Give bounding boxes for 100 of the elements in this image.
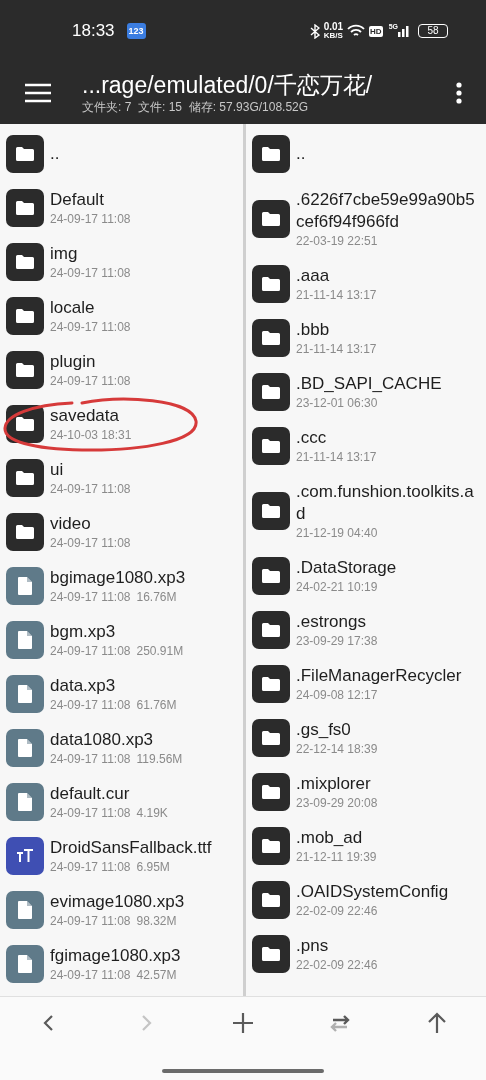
add-icon[interactable] [231, 1012, 254, 1034]
file-size: 250.91M [136, 643, 184, 659]
folder-row[interactable]: .. [246, 127, 486, 181]
folder-row[interactable]: Default 24-09-17 11:08 [0, 181, 243, 235]
folder-icon [6, 243, 44, 281]
modified-date: 22-12-14 18:39 [296, 741, 378, 757]
modified-date: 24-09-17 11:08 [50, 697, 131, 713]
file-name: img [50, 243, 79, 265]
folder-icon [252, 935, 290, 973]
modified-date: 24-09-17 11:08 [50, 535, 131, 551]
file-row[interactable]: bgimage1080.xp3 24-09-17 11:08 16.76M [0, 559, 243, 613]
file-row[interactable]: data1080.xp3 24-09-17 11:08 119.56M [0, 721, 243, 775]
file-name: video [50, 513, 92, 535]
folder-icon [252, 557, 290, 595]
folder-icon [252, 200, 290, 238]
folder-row[interactable]: .mob_ad 21-12-11 19:39 [246, 819, 486, 873]
folder-row[interactable]: .6226f7cbe59e99a90b5cef6f94f966fd 22-03-19 22:51 [246, 181, 486, 257]
modified-date: 23-09-29 20:08 [296, 795, 378, 811]
modified-date: 24-09-17 11:08 [50, 265, 131, 281]
file-size: 16.76M [136, 589, 177, 605]
folder-icon [252, 773, 290, 811]
folder-row[interactable]: .DataStorage 24-02-21 10:19 [246, 549, 486, 603]
folder-icon [252, 827, 290, 865]
status-time: 18:33 [72, 20, 115, 43]
file-icon [6, 567, 44, 605]
modified-date: 21-12-19 04:40 [296, 525, 378, 541]
file-name: .bbb [296, 319, 331, 341]
file-row[interactable]: fgimage1080.xp3 24-09-17 11:08 42.57M [0, 937, 243, 991]
folder-row[interactable]: .BD_SAPI_CACHE 23-12-01 06:30 [246, 365, 486, 419]
folder-icon [252, 135, 290, 173]
modified-date: 22-02-09 22:46 [296, 903, 378, 919]
folder-row[interactable]: savedata 24-10-03 18:31 [0, 397, 243, 451]
folder-row[interactable]: .OAIDSystemConfig 22-02-09 22:46 [246, 873, 486, 927]
file-name: plugin [50, 351, 97, 373]
file-name: .gs_fs0 [296, 719, 352, 741]
file-name: .. [50, 143, 61, 165]
file-icon [6, 945, 44, 983]
storage-summary: 文件夹: 7 文件: 15 储存: 57.93G/108.52G [82, 99, 310, 115]
file-name: .ccc [296, 427, 328, 449]
file-icon [6, 729, 44, 767]
folder-icon [252, 492, 290, 530]
file-size: 6.95M [136, 859, 170, 875]
folder-icon [6, 459, 44, 497]
modified-date: 22-02-09 22:46 [296, 957, 378, 973]
modified-date: 24-10-03 18:31 [50, 427, 132, 443]
file-name: .com.funshion.toolkits.ad [296, 481, 475, 525]
folder-icon [6, 351, 44, 389]
file-row[interactable]: DroidSansFallback.ttf 24-09-17 11:08 6.95M [0, 829, 243, 883]
bluetooth-icon [309, 23, 320, 39]
file-name: DroidSansFallback.ttf [50, 837, 213, 859]
modified-date: 24-09-17 11:08 [50, 589, 131, 605]
folder-row[interactable]: .com.funshion.toolkits.ad 21-12-19 04:40 [246, 473, 486, 549]
folder-row[interactable]: .estrongs 23-09-29 17:38 [246, 603, 486, 657]
font-file-icon [6, 837, 44, 875]
file-row[interactable]: bgm.xp3 24-09-17 11:08 250.91M [0, 613, 243, 667]
file-name: .OAIDSystemConfig [296, 881, 450, 903]
signal-icon [398, 25, 410, 37]
modified-date: 24-09-17 11:08 [50, 373, 131, 389]
modified-date: 22-03-19 22:51 [296, 233, 378, 249]
file-name: default.cur [50, 783, 131, 805]
file-name: Default [50, 189, 105, 211]
folder-row[interactable]: plugin 24-09-17 11:08 [0, 343, 243, 397]
modified-date: 24-09-08 12:17 [296, 687, 378, 703]
menu-icon[interactable] [24, 83, 52, 103]
more-options-icon[interactable] [456, 82, 462, 104]
folder-row[interactable]: img 24-09-17 11:08 [0, 235, 243, 289]
file-row[interactable]: data.xp3 24-09-17 11:08 61.76M [0, 667, 243, 721]
swap-icon[interactable] [329, 1012, 352, 1034]
folder-row[interactable]: .ccc 21-11-14 13:17 [246, 419, 486, 473]
folder-row[interactable]: .pns 22-02-09 22:46 [246, 927, 486, 981]
file-name: .6226f7cbe59e99a90b5cef6f94f966fd [296, 189, 476, 233]
modified-date: 24-09-17 11:08 [50, 643, 131, 659]
folder-row[interactable]: .mixplorer 23-09-29 20:08 [246, 765, 486, 819]
file-size: 42.57M [136, 967, 177, 983]
modified-date: 24-02-21 10:19 [296, 579, 378, 595]
modified-date: 24-09-17 11:08 [50, 211, 131, 227]
speed-value: 0.01 [323, 22, 344, 32]
file-size: 119.56M [136, 751, 183, 767]
file-name: .estrongs [296, 611, 367, 633]
folder-row[interactable]: video 24-09-17 11:08 [0, 505, 243, 559]
folder-row[interactable]: locale 24-09-17 11:08 [0, 289, 243, 343]
file-row[interactable]: evimage1080.xp3 24-09-17 11:08 98.32M [0, 883, 243, 937]
file-name: .mob_ad [296, 827, 364, 849]
folder-row[interactable]: .FileManagerRecycler 24-09-08 12:17 [246, 657, 486, 711]
modified-date: 24-09-17 11:08 [50, 319, 131, 335]
speed-unit: KB/S [323, 32, 343, 40]
modified-date: 24-09-17 11:08 [50, 913, 131, 929]
file-row[interactable]: default.cur 24-09-17 11:08 4.19K [0, 775, 243, 829]
folder-row[interactable]: .gs_fs0 22-12-14 18:39 [246, 711, 486, 765]
folder-row[interactable]: .. [0, 127, 243, 181]
folder-icon [252, 665, 290, 703]
file-name: .BD_SAPI_CACHE [296, 373, 443, 395]
file-size: 61.76M [136, 697, 177, 713]
folder-row[interactable]: .bbb 21-11-14 13:17 [246, 311, 486, 365]
modified-date: 23-09-29 17:38 [296, 633, 378, 649]
folder-row[interactable]: .aaa 21-11-14 13:17 [246, 257, 486, 311]
file-name: .aaa [296, 265, 331, 287]
file-name: data1080.xp3 [50, 729, 155, 751]
folder-row[interactable]: ui 24-09-17 11:08 [0, 451, 243, 505]
modified-date: 21-12-11 19:39 [296, 849, 377, 865]
